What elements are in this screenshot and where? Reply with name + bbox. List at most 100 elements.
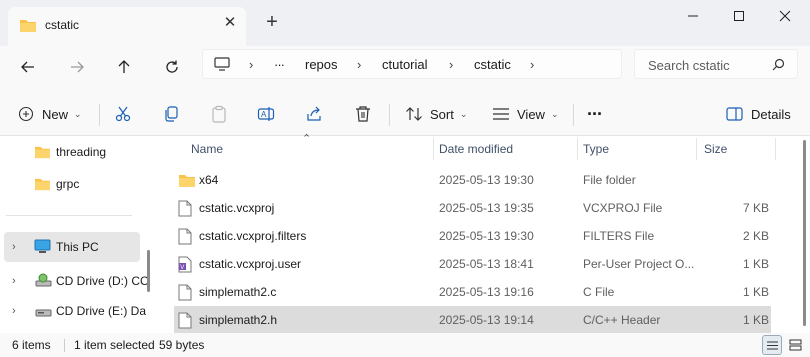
divider — [64, 339, 65, 352]
table-row-selected[interactable]: simplemath2.h 2025-05-13 19:14 C/C++ Hea… — [174, 306, 771, 334]
rename-button[interactable]: A — [257, 102, 275, 126]
share-button[interactable] — [305, 102, 323, 126]
chevron-right-icon[interactable]: › — [12, 305, 16, 317]
file-date: 2025-05-13 19:30 — [439, 229, 534, 243]
file-date: 2025-05-13 19:30 — [439, 173, 534, 187]
more-options-button[interactable]: ··· — [587, 102, 603, 126]
new-button[interactable]: New ⌄ — [18, 102, 82, 126]
close-tab-icon[interactable]: ✕ — [222, 15, 238, 31]
cut-button[interactable] — [114, 102, 132, 126]
file-date: 2025-05-13 19:35 — [439, 201, 534, 215]
address-bar[interactable]: › ··· repos › ctutorial › cstatic › — [202, 49, 622, 79]
copy-button[interactable] — [162, 102, 180, 126]
file-name: x64 — [199, 173, 219, 187]
back-button[interactable] — [13, 52, 43, 82]
paste-button[interactable] — [210, 102, 228, 126]
sidebar-scrollbar[interactable] — [147, 250, 150, 292]
file-date: 2025-05-13 19:14 — [439, 313, 534, 327]
breadcrumb-cstatic[interactable]: cstatic — [474, 57, 511, 72]
chevron-right-icon[interactable]: › — [12, 241, 16, 253]
sidebar-item-grpc[interactable]: grpc — [0, 169, 140, 199]
details-view-button[interactable] — [762, 335, 782, 355]
file-type: VCXPROJ File — [583, 201, 663, 215]
selection-count: 1 item selected — [74, 338, 155, 352]
minimize-button[interactable] — [670, 0, 716, 32]
chevron-down-icon: ⌄ — [74, 108, 82, 119]
file-name: simplemath2.c — [199, 285, 277, 299]
file-name: cstatic.vcxproj.filters — [199, 229, 307, 243]
title-bar: cstatic ✕ + — [0, 0, 810, 46]
column-header-date[interactable]: Date modified — [439, 142, 513, 156]
sidebar-item-label: grpc — [56, 177, 80, 191]
sidebar-item-this-pc[interactable]: › This PC — [4, 232, 140, 262]
folder-icon — [178, 172, 196, 191]
sort-button[interactable]: Sort ⌄ — [405, 102, 467, 126]
view-label: View — [517, 106, 545, 122]
breadcrumb-separator-icon: › — [249, 57, 254, 72]
column-header-size[interactable]: Size — [704, 142, 727, 156]
rename-icon: A — [257, 107, 275, 121]
table-row[interactable]: V cstatic.vcxproj.user 2025-05-13 18:41 … — [174, 250, 771, 278]
column-header-name[interactable]: Name — [191, 142, 223, 156]
maximize-button[interactable] — [716, 0, 762, 32]
file-name: cstatic.vcxproj — [199, 201, 275, 215]
breadcrumb-ctutorial[interactable]: ctutorial — [382, 57, 428, 72]
breadcrumb-ellipsis[interactable]: ··· — [274, 57, 285, 72]
file-size: 1 KB — [742, 257, 769, 271]
new-label: New — [42, 106, 69, 122]
divider — [389, 104, 390, 126]
file-icon — [178, 284, 192, 304]
new-tab-button[interactable]: + — [262, 12, 282, 32]
search-box[interactable]: Search cstatic — [634, 49, 798, 79]
file-list: ⌃ Name Date modified Type Size x64 2025-… — [158, 133, 810, 334]
chevron-right-icon[interactable]: › — [12, 275, 16, 287]
view-button[interactable]: View ⌄ — [492, 102, 559, 126]
column-divider[interactable] — [775, 138, 776, 160]
tiles-view-button[interactable] — [785, 335, 805, 355]
details-button[interactable]: Details — [726, 102, 791, 126]
file-size: 2 KB — [742, 229, 769, 243]
search-input[interactable]: Search cstatic — [648, 58, 730, 73]
chevron-down-icon: ⌄ — [550, 108, 559, 119]
table-row[interactable]: cstatic.vcxproj.filters 2025-05-13 19:30… — [174, 222, 771, 250]
file-icon — [178, 200, 192, 220]
sidebar-item-label: This PC — [56, 240, 99, 254]
delete-button[interactable] — [354, 102, 372, 126]
column-divider[interactable] — [433, 138, 434, 160]
monitor-icon — [34, 239, 51, 257]
forward-button[interactable] — [62, 52, 92, 82]
tab-cstatic[interactable]: cstatic ✕ — [8, 7, 246, 46]
column-divider[interactable] — [577, 138, 578, 160]
sidebar-item-cd-drive-e[interactable]: › CD Drive (E:) Da — [0, 296, 146, 326]
column-divider[interactable] — [696, 138, 697, 160]
svg-text:V: V — [180, 265, 184, 271]
chevron-down-icon: ⌄ — [459, 108, 468, 119]
command-bar: New ⌄ A Sort ⌄ View ⌄ ··· Details — [0, 90, 810, 136]
file-type: C File — [583, 285, 615, 299]
close-window-button[interactable] — [762, 0, 808, 32]
view-icon — [493, 108, 509, 120]
file-size: 7 KB — [742, 201, 769, 215]
column-header-type[interactable]: Type — [583, 142, 609, 156]
sidebar-item-cd-drive-d[interactable]: › CD Drive (D:) CC — [0, 266, 149, 296]
tab-title: cstatic — [45, 18, 80, 32]
refresh-button[interactable] — [157, 52, 187, 82]
table-row[interactable]: cstatic.vcxproj 2025-05-13 19:35 VCXPROJ… — [174, 194, 771, 222]
file-date: 2025-05-13 18:41 — [439, 257, 534, 271]
details-view-icon — [766, 340, 778, 350]
folder-icon — [34, 144, 51, 162]
table-row[interactable]: x64 2025-05-13 19:30 File folder — [174, 166, 771, 194]
table-row[interactable]: simplemath2.c 2025-05-13 19:16 C File 1 … — [174, 278, 771, 306]
file-icon — [178, 228, 192, 248]
cd-drive-icon — [35, 303, 52, 321]
sidebar-item-label: CD Drive (D:) CC — [56, 274, 149, 288]
computer-icon — [214, 57, 230, 74]
sidebar-item-threading[interactable]: threading — [0, 137, 140, 167]
navigation-bar: › ··· repos › ctutorial › cstatic › Sear… — [0, 46, 810, 90]
breadcrumb-repos[interactable]: repos — [305, 57, 338, 72]
up-button[interactable] — [109, 52, 139, 82]
file-list-scrollbar[interactable] — [803, 140, 806, 326]
share-icon — [307, 106, 321, 121]
tiles-view-icon — [789, 339, 801, 351]
sort-icon — [406, 107, 422, 121]
